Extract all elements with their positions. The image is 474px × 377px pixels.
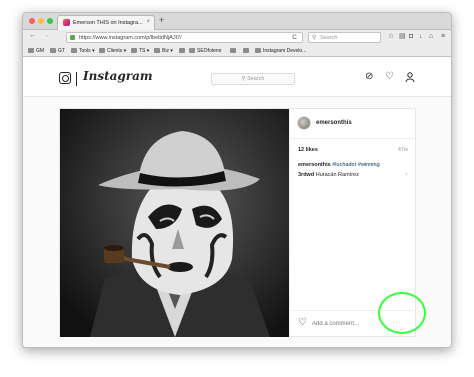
navigation-bar: ← → https://www.instagram.com/p/lbeltdNj… xyxy=(23,30,451,45)
browser-search-placeholder: Search xyxy=(320,35,338,41)
bookmark-gm[interactable]: GM xyxy=(28,48,44,54)
address-bar[interactable]: https://www.instagram.com/p/lbeltdNjAJt7… xyxy=(66,32,303,43)
comment-username[interactable]: 3rdwd xyxy=(298,172,314,178)
post-age[interactable]: 47w xyxy=(398,147,408,153)
bookmark-folder-biz[interactable]: Biz ▾ xyxy=(154,48,173,54)
bookmark-folder-tools[interactable]: Tools ▾ xyxy=(71,48,95,54)
browser-search-field[interactable]: ⚲ Search xyxy=(308,32,381,43)
minimize-window-button[interactable] xyxy=(38,18,44,24)
bookmarks-bar: GM GT Tools ▾ Clients ▾ TS ▾ Biz ▾ SEOfo… xyxy=(23,45,451,57)
new-tab-button[interactable]: + xyxy=(159,15,164,25)
caption-hashtags[interactable]: #luchador #winning xyxy=(332,162,379,168)
bookmark-icon xyxy=(179,48,185,53)
forward-button[interactable]: → xyxy=(43,32,50,39)
folder-icon xyxy=(131,48,137,53)
tab-title: Emerson THIS on Instagra... xyxy=(73,20,143,26)
back-button[interactable]: ← xyxy=(29,32,36,39)
logo-divider xyxy=(76,72,77,86)
add-comment-input[interactable] xyxy=(312,319,372,329)
caption-username[interactable]: emersonthis xyxy=(298,162,331,168)
likes-count[interactable]: 12 likes xyxy=(298,147,318,153)
menu-icon[interactable]: ≡ xyxy=(441,33,445,41)
instagram-search-input[interactable]: ⚲ Search xyxy=(211,73,295,85)
folder-icon xyxy=(71,48,77,53)
downloads-icon[interactable]: ↓ xyxy=(419,33,423,41)
bookmark-2[interactable] xyxy=(230,48,238,54)
instagram-camera-logo-icon[interactable] xyxy=(59,72,71,84)
bookmark-seofoteno[interactable]: SEOfoteno xyxy=(189,48,221,54)
activity-heart-icon[interactable]: ♡ xyxy=(385,72,394,82)
post-username[interactable]: emersonthis xyxy=(316,120,352,126)
avatar[interactable] xyxy=(297,116,311,130)
delete-comment-icon[interactable]: × xyxy=(405,172,408,178)
instagram-wordmark[interactable]: Instagram xyxy=(83,69,153,83)
profile-icon[interactable] xyxy=(405,72,415,85)
close-window-button[interactable] xyxy=(29,18,35,24)
pocket-icon[interactable]: ◘ xyxy=(409,33,413,41)
post-header: emersonthis xyxy=(290,109,416,139)
bookmark-icon xyxy=(230,48,236,53)
instagram-header: Instagram ⚲ Search ⊘ ♡ xyxy=(23,58,451,97)
tab-strip: Emerson THIS on Instagra... × + xyxy=(23,13,451,30)
instagram-favicon-icon xyxy=(63,19,70,26)
bookmark-instagram-developer[interactable]: Instagram Develo... xyxy=(255,48,306,54)
caption: emersonthis #luchador #winning xyxy=(298,162,380,168)
post-card: emersonthis 12 likes 47w emersonthis #lu… xyxy=(59,108,416,337)
comment-text: Huracán Ramírez xyxy=(315,172,359,178)
bookmark-folder-ts[interactable]: TS ▾ xyxy=(131,48,149,54)
bookmark-icon xyxy=(243,48,249,53)
home-icon[interactable]: ⌂ xyxy=(429,33,433,41)
bookmark-icon xyxy=(255,48,261,53)
folder-icon xyxy=(154,48,160,53)
bookmark-gt[interactable]: GT xyxy=(50,48,65,54)
url-text: https://www.instagram.com/p/lbeltdNjAJt7… xyxy=(79,35,182,41)
highlight-circle-annotation xyxy=(378,292,426,334)
reader-icon[interactable]: ▤ xyxy=(399,33,406,41)
bookmark-icon xyxy=(28,48,34,53)
bookmark-3[interactable] xyxy=(243,48,251,54)
bookmark-icon xyxy=(50,48,56,53)
explore-compass-icon[interactable]: ⊘ xyxy=(365,72,373,82)
browser-tab[interactable]: Emerson THIS on Instagra... × xyxy=(57,15,155,30)
like-heart-icon[interactable]: ♡ xyxy=(298,318,307,328)
post-photo[interactable] xyxy=(60,109,289,337)
lock-icon xyxy=(70,35,75,40)
search-icon: ⚲ xyxy=(312,35,317,41)
close-tab-icon[interactable]: × xyxy=(146,19,150,25)
zoom-window-button[interactable] xyxy=(47,18,53,24)
bookmark-1[interactable] xyxy=(179,48,187,54)
bookmark-folder-clients[interactable]: Clients ▾ xyxy=(99,48,126,54)
bookmark-star-icon[interactable]: ☆ xyxy=(388,33,394,41)
folder-icon xyxy=(99,48,105,53)
comment: 3rdwd Huracán Ramírez xyxy=(298,172,359,178)
luchador-mask-illustration xyxy=(60,109,289,337)
bookmark-icon xyxy=(189,48,195,53)
reload-button[interactable]: C xyxy=(292,34,297,41)
